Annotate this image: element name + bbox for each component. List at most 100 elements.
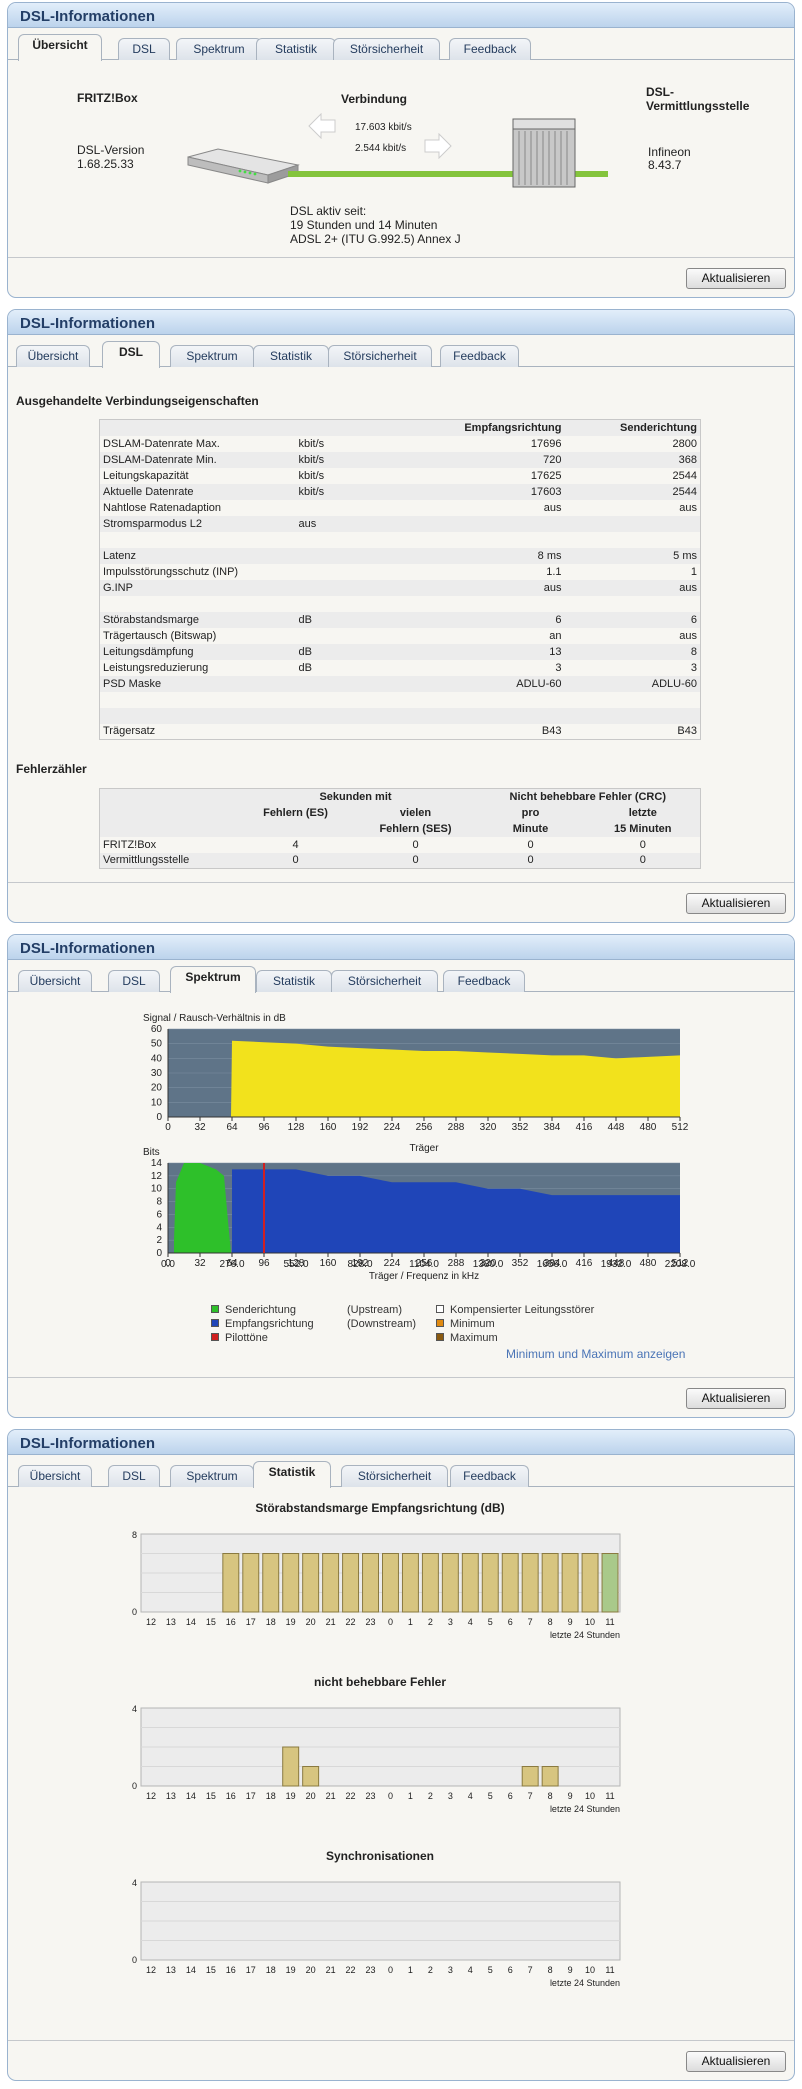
tab-dsl[interactable]: DSL [108, 1465, 160, 1487]
minmax-link[interactable]: Minimum und Maximum anzeigen [506, 1347, 685, 1361]
x-tick-label: 224 [384, 1258, 401, 1269]
tab-noise-immunity[interactable]: Störsicherheit [331, 970, 438, 992]
tab-dsl[interactable]: DSL [102, 341, 160, 368]
stat-chart-title: Störabstandsmarge Empfangsrichtung (dB) [255, 1502, 504, 1515]
tab-overview[interactable]: Übersicht [18, 34, 102, 61]
stat-hour-label: 1 [408, 1617, 413, 1627]
x-tick-label: 160 [320, 1258, 337, 1269]
cell-rx [415, 707, 565, 724]
cell-unit: kbit/s [298, 437, 325, 450]
y-tick-label: 12 [151, 1171, 163, 1182]
stat-hour-label: 9 [568, 1791, 573, 1801]
header-crc: Nicht behebbare Fehler (CRC) [475, 788, 701, 805]
cell-unit: kbit/s [298, 469, 325, 482]
tab-feedback[interactable]: Feedback [449, 38, 531, 60]
refresh-button[interactable]: Aktualisieren [686, 893, 786, 914]
stat-bar [481, 1553, 499, 1613]
cell-label [100, 532, 296, 548]
tab-noise-immunity[interactable]: Störsicherheit [333, 38, 440, 60]
cell-rx [416, 532, 565, 548]
tab-bar: Übersicht DSL Spektrum Statistik Störsic… [8, 1461, 794, 1488]
subheader-per-1: pro [475, 804, 586, 821]
stat-hour-label: 17 [246, 1617, 256, 1627]
cell-rx: ADLU-60 [415, 675, 565, 692]
refresh-button[interactable]: Aktualisieren [686, 268, 786, 289]
tab-statistics[interactable]: Statistik [256, 970, 332, 992]
stat-bar [242, 1553, 260, 1613]
tab-spectrum[interactable]: Spektrum [170, 966, 256, 993]
error-subheader-row-2: Fehlern (SES) Minute 15 Minuten [99, 820, 701, 837]
cell-rx: aus [415, 579, 565, 596]
stat-hour-label: 0 [388, 1791, 393, 1801]
stat-bar [322, 1553, 340, 1613]
tab-spectrum[interactable]: Spektrum [170, 345, 254, 367]
stat-hour-label: 19 [286, 1965, 296, 1975]
panel-title: DSL-Informationen [8, 3, 794, 28]
table-row: Leitungskapazität kbit/s 17625 2544 [100, 468, 701, 484]
subheader-last-1: letzte [585, 804, 701, 821]
stat-hour-label: 8 [548, 1791, 553, 1801]
stat-last24-label: letzte 24 Stunden [550, 1978, 620, 1988]
stat-hour-label: 15 [206, 1965, 216, 1975]
x-tick-label: 352 [512, 1122, 529, 1133]
tab-noise-immunity[interactable]: Störsicherheit [341, 1465, 448, 1487]
cell-label: FRITZ!Box [103, 838, 157, 851]
cell-unit: dB [298, 661, 312, 674]
refresh-button[interactable]: Aktualisieren [686, 1388, 786, 1409]
stat-hour-label: 11 [605, 1791, 614, 1801]
cell-value: 0 [412, 838, 419, 851]
tab-statistics[interactable]: Statistik [253, 1461, 331, 1488]
tab-dsl[interactable]: DSL [118, 38, 170, 60]
tab-statistics[interactable]: Statistik [256, 38, 336, 60]
dsl-version: 1.68.25.33 [77, 157, 134, 171]
cell-unit [295, 547, 416, 564]
tab-noise-immunity[interactable]: Störsicherheit [328, 345, 432, 367]
tab-feedback[interactable]: Feedback [440, 345, 519, 367]
error-counter-title: Fehlerzähler [16, 762, 87, 776]
statistics-charts: Störabstandsmarge Empfangsrichtung (dB) 8… [132, 1502, 621, 1988]
tab-spectrum[interactable]: Spektrum [170, 1465, 254, 1487]
x-tick-label: 256 [416, 1122, 433, 1133]
stat-hour-label: 23 [366, 1791, 376, 1801]
legend-upstream-note: (Upstream) [347, 1304, 403, 1316]
bits-x-axis-label: Träger / Frequenz in kHz [369, 1271, 479, 1282]
tab-overview[interactable]: Übersicht [16, 345, 90, 367]
tab-statistics[interactable]: Statistik [253, 345, 329, 367]
table-row [100, 532, 701, 548]
stat-hour-label: 15 [206, 1791, 216, 1801]
y-tick-label: 2 [156, 1235, 162, 1246]
cell-tx: 2544 [564, 483, 701, 500]
stat-bar [282, 1553, 300, 1613]
stat-hour-label: 5 [488, 1791, 493, 1801]
tab-overview[interactable]: Übersicht [18, 970, 92, 992]
table-row: Stromsparmodus L2 aus [99, 515, 701, 532]
error-counter-table: Sekunden mit Nicht behebbare Fehler (CRC)… [99, 788, 701, 869]
stat-bar [262, 1553, 280, 1613]
panel-title: DSL-Informationen [8, 1430, 794, 1455]
cell-tx: 2800 [672, 437, 697, 450]
cell-label: Latenz [99, 547, 296, 564]
refresh-button[interactable]: Aktualisieren [686, 2051, 786, 2072]
table-row: Nahtlose Ratenadaption aus aus [100, 500, 701, 516]
stat-bar [342, 1553, 360, 1613]
table-row: DSLAM-Datenrate Max. kbit/s 17696 2800 [100, 436, 701, 452]
stat-hour-label: 13 [166, 1965, 176, 1975]
cell-unit [296, 596, 416, 612]
cell-label: Stromsparmodus L2 [99, 515, 296, 532]
cell-tx: ADLU-60 [564, 675, 701, 692]
stat-bar [382, 1553, 399, 1613]
x-tick-label: 480 [640, 1258, 657, 1269]
tab-overview[interactable]: Übersicht [18, 1465, 92, 1487]
tab-feedback[interactable]: Feedback [450, 1465, 529, 1487]
tab-spectrum[interactable]: Spektrum [176, 38, 262, 60]
tab-feedback[interactable]: Feedback [443, 970, 525, 992]
y-tick-label: 20 [151, 1083, 163, 1094]
stat-hour-label: 13 [166, 1617, 176, 1627]
cell-unit: dB [295, 611, 416, 628]
legend-swatch-upstream [211, 1305, 219, 1313]
cell-label: PSD Maske [99, 675, 296, 692]
tab-dsl[interactable]: DSL [108, 970, 160, 992]
stat-hour-label: 2 [428, 1791, 433, 1801]
cell-label: Aktuelle Datenrate [99, 483, 296, 500]
stat-hour-label: 17 [246, 1965, 256, 1975]
